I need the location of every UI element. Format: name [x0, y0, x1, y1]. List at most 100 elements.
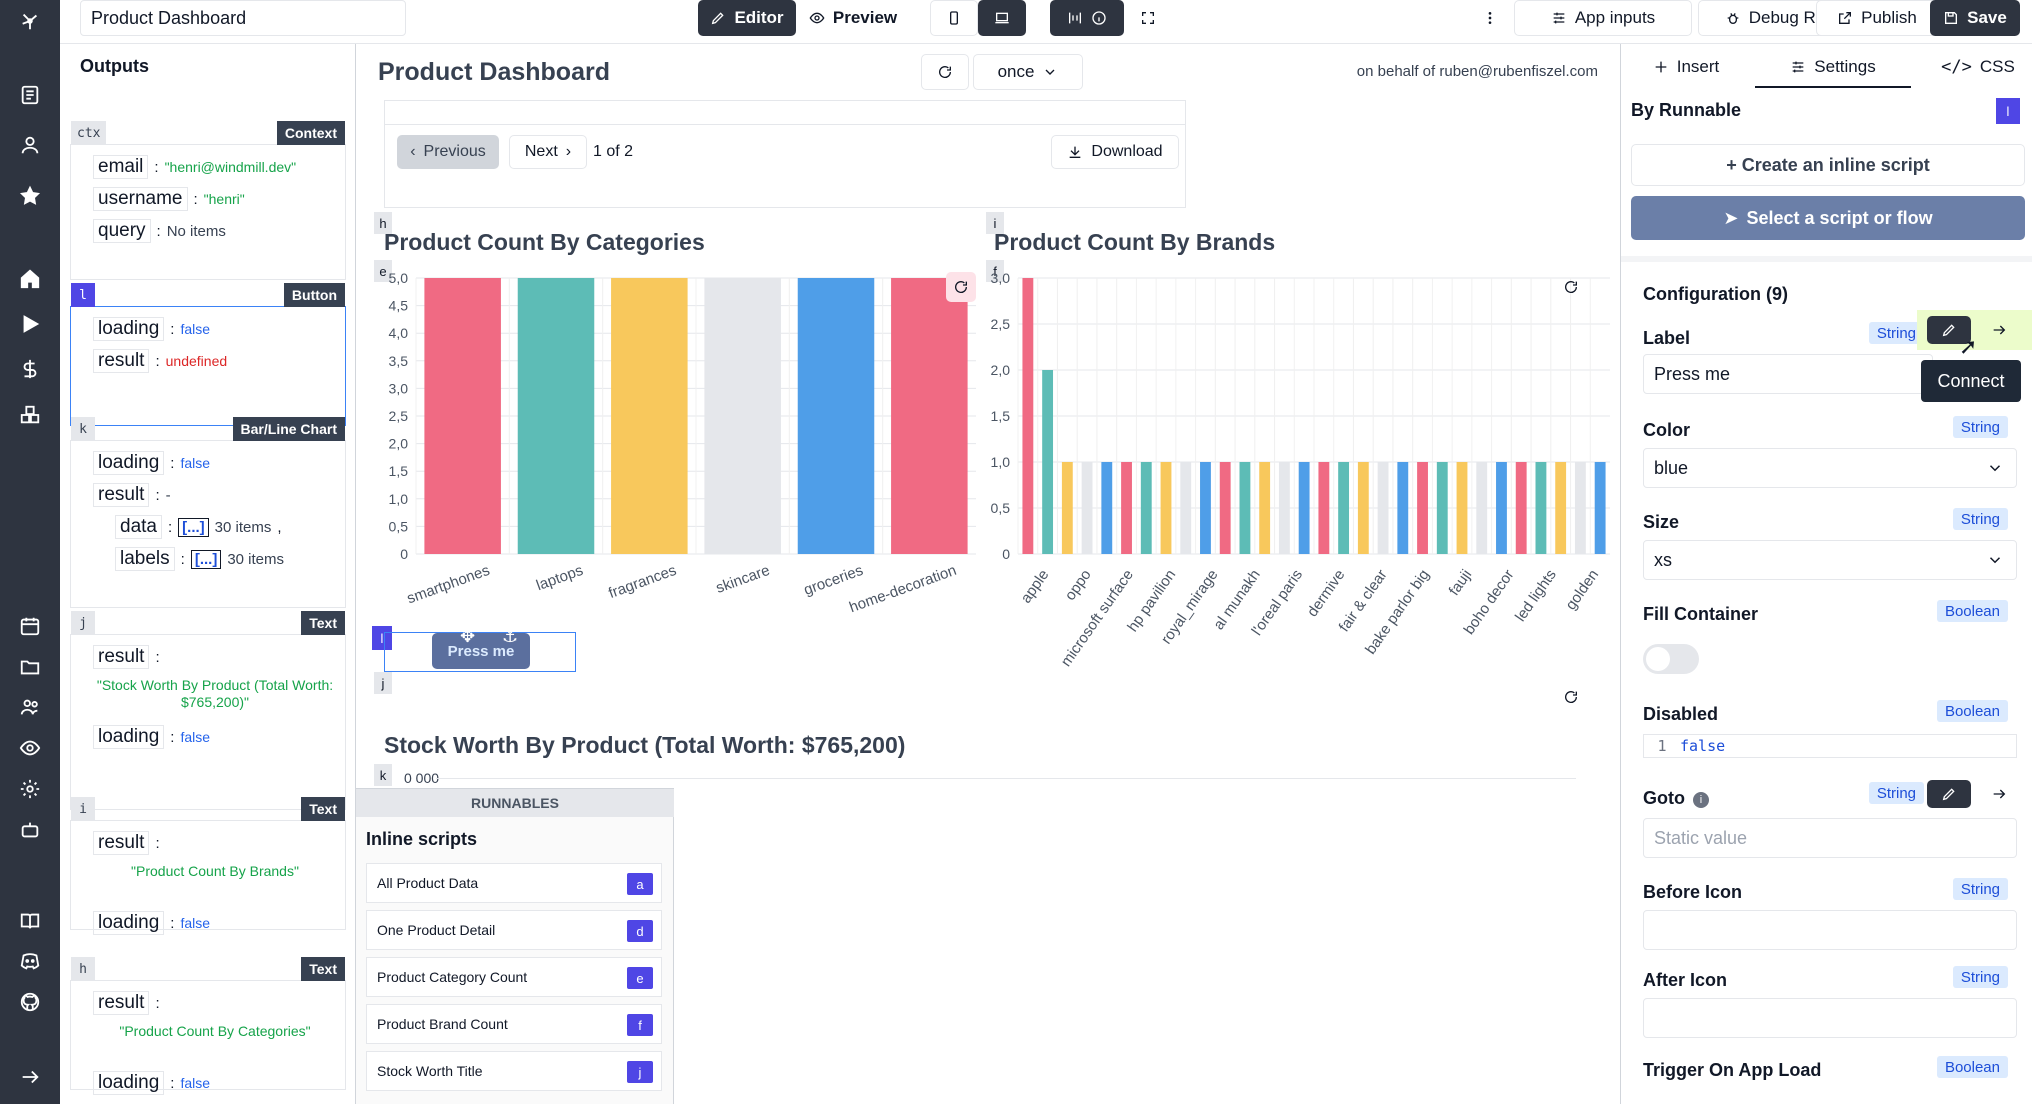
connect-arrow-button[interactable] — [1977, 316, 2021, 344]
refresh-mode-select[interactable]: once — [973, 54, 1083, 90]
tab-insert[interactable]: Insert — [1631, 48, 1741, 86]
discord-icon[interactable] — [19, 950, 41, 972]
stock-refresh-button[interactable] — [1556, 682, 1586, 712]
select-script-button[interactable]: ➤ Select a script or flow — [1631, 196, 2025, 240]
move-handle-icon[interactable]: ✥ — [460, 626, 475, 647]
bar[interactable] — [1574, 462, 1586, 554]
bar[interactable] — [424, 278, 501, 554]
component-tag-k[interactable]: k — [374, 764, 392, 786]
bar[interactable] — [1476, 462, 1488, 554]
robot-icon[interactable] — [19, 819, 41, 841]
home-icon[interactable] — [19, 268, 41, 290]
bar[interactable] — [1121, 462, 1132, 554]
dollar-icon[interactable] — [19, 358, 41, 380]
bar[interactable] — [1318, 462, 1330, 554]
expand-arrow-icon[interactable] — [19, 1066, 41, 1088]
home-grid-icon[interactable] — [19, 84, 41, 106]
refresh-button[interactable] — [921, 54, 969, 90]
more-menu-button[interactable] — [1472, 0, 1508, 36]
publish-button[interactable]: Publish — [1816, 0, 1938, 36]
output-card-k[interactable]: k Bar/Line Chart loading: false result: - data… — [70, 417, 346, 608]
goto-input[interactable]: Static value — [1643, 818, 2017, 858]
download-button[interactable]: Download — [1051, 135, 1179, 169]
output-card-l[interactable]: l Button loading: false result: undefined — [70, 283, 346, 426]
bar[interactable] — [1535, 462, 1547, 554]
size-select[interactable]: xs — [1643, 540, 2017, 580]
docs-book-icon[interactable] — [19, 910, 41, 932]
bar[interactable] — [1436, 462, 1448, 554]
bar[interactable] — [1357, 462, 1369, 554]
calendar-icon[interactable] — [19, 615, 41, 637]
bar[interactable] — [1456, 462, 1468, 554]
save-button[interactable]: Save — [1930, 0, 2020, 36]
color-select[interactable]: blue — [1643, 448, 2017, 488]
bar[interactable] — [1180, 462, 1192, 554]
star-icon[interactable] — [19, 185, 41, 207]
folder-icon[interactable] — [19, 656, 41, 678]
anchor-icon[interactable]: ⚓ — [502, 626, 518, 647]
output-card-i[interactable]: i Text result: "Product Count By Brands" loa… — [70, 797, 346, 935]
bar[interactable] — [1338, 462, 1350, 554]
bar[interactable] — [1101, 462, 1113, 554]
eye-icon[interactable] — [19, 737, 41, 759]
fill-toggle[interactable] — [1643, 644, 1699, 674]
expand-array-button[interactable]: [...] — [178, 517, 209, 537]
users-icon[interactable] — [19, 696, 41, 718]
bar[interactable] — [1219, 462, 1231, 554]
bar[interactable] — [611, 278, 688, 554]
disabled-code-editor[interactable]: 1 false — [1643, 734, 2017, 758]
bar[interactable] — [1081, 462, 1093, 554]
runnable-item[interactable]: Product Brand Count f — [366, 1004, 662, 1044]
expand-array-button[interactable]: [...] — [190, 549, 222, 569]
bar[interactable] — [704, 278, 781, 554]
app-inputs-button[interactable]: App inputs — [1514, 0, 1692, 36]
windmill-logo-icon[interactable] — [19, 10, 41, 32]
bar[interactable] — [1515, 462, 1527, 554]
previous-button[interactable]: ‹ Previous — [397, 135, 499, 169]
chart1-refresh-button[interactable] — [946, 272, 976, 302]
desktop-view-button[interactable] — [978, 0, 1026, 36]
app-title-input[interactable]: Product Dashboard — [80, 0, 406, 36]
chart2-refresh-button[interactable] — [1556, 272, 1586, 302]
label-input[interactable]: Press me — [1643, 354, 1933, 394]
runnable-item[interactable]: One Product Detail d — [366, 910, 662, 950]
bar[interactable] — [1555, 462, 1567, 554]
bar[interactable] — [1496, 462, 1507, 554]
cubes-icon[interactable] — [19, 404, 41, 426]
runnable-tag[interactable]: l — [1996, 98, 2020, 124]
bar[interactable] — [1417, 462, 1428, 554]
create-inline-script-button[interactable]: + Create an inline script — [1631, 144, 2025, 186]
bar[interactable] — [1022, 278, 1034, 554]
bar[interactable] — [1200, 462, 1211, 554]
runnable-item[interactable]: All Product Data a — [366, 863, 662, 903]
github-icon[interactable] — [19, 991, 41, 1013]
bar[interactable] — [1042, 370, 1054, 554]
output-card-j[interactable]: j Text result: "Stock Worth By Product (Tot… — [70, 611, 346, 810]
fullscreen-button[interactable] — [1128, 0, 1168, 36]
bar[interactable] — [1298, 462, 1310, 554]
component-tag-j[interactable]: j — [374, 672, 392, 694]
bar[interactable] — [1397, 462, 1409, 554]
bar[interactable] — [1377, 462, 1389, 554]
bar[interactable] — [797, 278, 875, 554]
bar[interactable] — [1594, 462, 1606, 554]
bar[interactable] — [1259, 462, 1271, 554]
editor-button[interactable]: Editor — [698, 0, 796, 36]
align-info-button[interactable] — [1050, 0, 1124, 36]
play-icon[interactable] — [19, 313, 41, 335]
output-card-h[interactable]: h Text result: "Product Count By Categories… — [70, 957, 346, 1095]
bar[interactable] — [517, 278, 595, 554]
bar[interactable] — [1239, 462, 1251, 554]
user-icon[interactable] — [19, 134, 41, 156]
settings-gear-icon[interactable] — [19, 778, 41, 800]
goto-connect-button[interactable] — [1977, 780, 2021, 808]
bar[interactable] — [1061, 462, 1073, 554]
bar[interactable] — [1278, 462, 1290, 554]
preview-button[interactable]: Preview — [798, 0, 908, 36]
runnable-item[interactable]: Stock Worth Title j — [366, 1051, 662, 1091]
next-button[interactable]: Next › — [509, 135, 587, 169]
bar[interactable] — [891, 278, 968, 554]
runnable-item[interactable]: Product Category Count e — [366, 957, 662, 997]
goto-static-button[interactable] — [1927, 780, 1971, 808]
after-icon-input[interactable] — [1643, 998, 2017, 1038]
